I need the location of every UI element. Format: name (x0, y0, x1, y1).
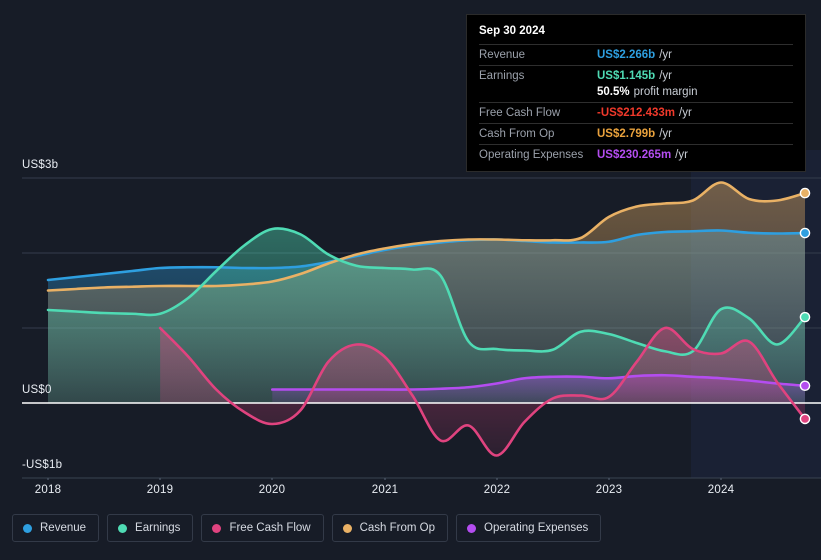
x-axis-label-2022: 2022 (483, 484, 511, 496)
tooltip-metric-name: Cash From Op (479, 128, 555, 140)
legend-item-revenue[interactable]: Revenue (12, 514, 100, 542)
legend-swatch-icon (212, 523, 222, 533)
tooltip-metric-value: US$2.266b (597, 49, 656, 61)
hover-tooltip: Sep 30 2024 Revenue US$2.266b/yr Earnings U… (466, 14, 806, 172)
tooltip-metric-unit: /yr (659, 70, 672, 82)
tooltip-metric-unit: /yr (659, 49, 672, 61)
legend-item-label: Free Cash Flow (229, 522, 311, 534)
tooltip-row: Cash From Op US$2.799b/yr (479, 123, 793, 144)
x-axis-label-2019: 2019 (146, 484, 174, 496)
legend-swatch-icon (23, 523, 32, 533)
tooltip-metric-unit: profit margin (633, 86, 698, 98)
x-axis-label-2018: 2018 (34, 484, 62, 496)
tooltip-row: 50.5% profit margin (479, 86, 793, 102)
tooltip-row: Operating Expenses US$230.265m/yr (479, 144, 793, 165)
tooltip-metric-name: Free Cash Flow (479, 107, 561, 119)
tooltip-metric-value: US$1.145b (597, 70, 656, 82)
y-axis-label-3b: US$3b (22, 159, 59, 171)
tooltip-metric-unit: /yr (659, 128, 672, 140)
end-marker-earnings (799, 311, 811, 323)
tooltip-row: Free Cash Flow -US$212.433m/yr (479, 102, 793, 123)
tooltip-metric-unit: /yr (675, 149, 688, 161)
tooltip-metric-name: Earnings (479, 70, 525, 82)
legend-item-label: Earnings (135, 522, 181, 534)
legend-item-cash-from-op[interactable]: Cash From Op (331, 514, 449, 542)
tooltip-metric-value: -US$212.433m (597, 107, 675, 119)
tooltip-metric-value: US$230.265m (597, 149, 672, 161)
legend-swatch-icon (342, 523, 352, 533)
tooltip-rows: Revenue US$2.266b/yr Earnings US$1.145b/yr 5… (479, 44, 793, 165)
tooltip-row: Earnings US$1.145b/yr (479, 65, 793, 86)
x-axis-label-2023: 2023 (595, 484, 623, 496)
legend-item-free-cash-flow[interactable]: Free Cash Flow (201, 514, 324, 542)
legend-item-operating-expenses[interactable]: Operating Expenses (456, 514, 602, 542)
end-marker-revenue (799, 227, 811, 239)
tooltip-metric-value: US$2.799b (597, 128, 656, 140)
tooltip-date: Sep 30 2024 (479, 25, 545, 37)
tooltip-row: Revenue US$2.266b/yr (479, 44, 793, 65)
tooltip-metric-name: Revenue (479, 49, 526, 61)
tooltip-metric-value: 50.5% (597, 86, 630, 98)
x-axis-label-2020: 2020 (258, 484, 286, 496)
legend-item-earnings[interactable]: Earnings (107, 514, 194, 542)
x-axis-label-2024: 2024 (707, 484, 735, 496)
x-axis (22, 477, 821, 480)
y-axis-label-neg1b: -US$1b (22, 459, 63, 471)
end-marker-cash-from-op (799, 187, 811, 199)
x-axis-label-2021: 2021 (371, 484, 399, 496)
y-axis-label-0: US$0 (22, 384, 52, 396)
legend-swatch-icon (467, 523, 477, 533)
chart-screenshot: US$3b US$0 -US$1b 2018 2019 2020 2021 20… (0, 0, 821, 560)
tooltip-metric-unit: /yr (679, 107, 692, 119)
end-marker-operating-expenses (799, 380, 811, 392)
end-marker-free-cash-flow (799, 413, 811, 425)
tooltip-metric-name: Operating Expenses (479, 149, 584, 161)
legend-item-label: Operating Expenses (484, 522, 589, 534)
legend[interactable]: Revenue Earnings Free Cash Flow Cash From O… (12, 514, 602, 542)
legend-item-label: Cash From Op (359, 522, 436, 534)
legend-item-label: Revenue (40, 522, 87, 534)
legend-swatch-icon (118, 523, 128, 533)
